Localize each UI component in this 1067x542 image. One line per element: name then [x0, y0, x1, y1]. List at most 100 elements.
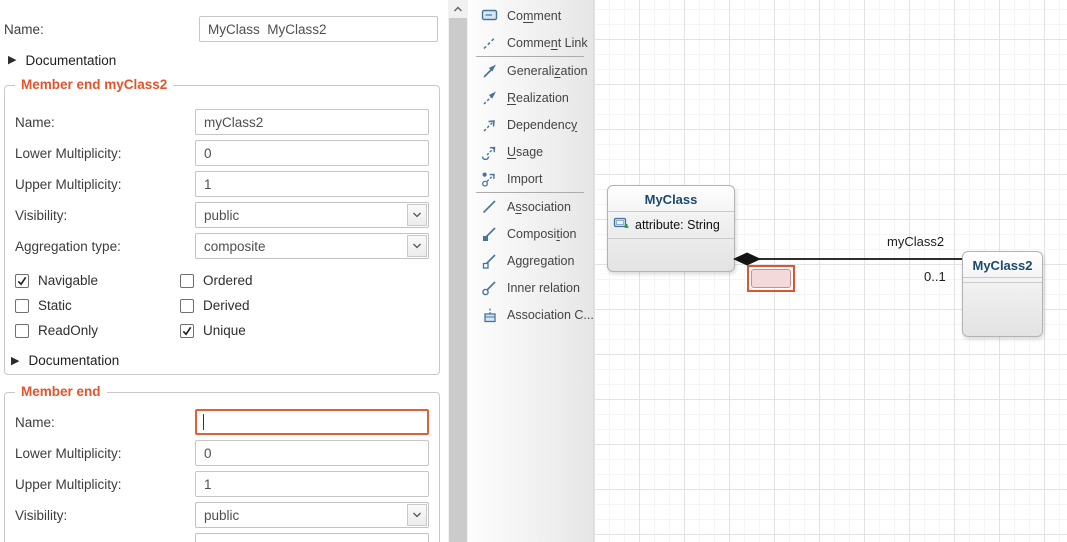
palette-item-composition[interactable]: Composition: [469, 220, 593, 247]
unique-checkbox[interactable]: [180, 324, 194, 338]
selected-association-label[interactable]: [747, 265, 795, 292]
form-row: Lower Multiplicity:: [5, 140, 439, 166]
palette-item-aggregation[interactable]: Aggregation: [469, 247, 593, 274]
class-title: MyClass: [608, 186, 734, 212]
scroll-up-button[interactable]: [448, 0, 468, 18]
association-class-icon: [481, 307, 499, 323]
palette-item-association-class[interactable]: Association C...: [469, 301, 593, 328]
checkbox-label: ReadOnly: [38, 323, 98, 338]
realization-icon: [481, 90, 499, 106]
expander-arrow-icon: ▶: [8, 55, 16, 66]
checkbox-label: Unique: [203, 323, 246, 338]
text-caret: [203, 414, 204, 430]
static-checkbox[interactable]: [15, 299, 29, 313]
form-row: Upper Multiplicity:: [5, 471, 439, 497]
diagram-canvas[interactable]: MyClass attribute: String myClass2 0..1 …: [594, 0, 1067, 542]
association-icon: [481, 199, 499, 215]
class-title: MyClass2: [963, 252, 1042, 278]
member2-lower-multiplicity-input[interactable]: [195, 440, 429, 466]
select-value: composite: [196, 239, 407, 254]
comment-icon: [481, 8, 499, 24]
section-legend: Member end myClass2: [15, 77, 173, 92]
form-row: Visibility: public: [5, 202, 439, 228]
field-label: Visibility:: [5, 208, 195, 223]
generalization-icon: [481, 63, 499, 79]
field-label: Upper Multiplicity:: [5, 477, 195, 492]
flags-checkbox-grid: Navigable Ordered Static: [5, 269, 439, 342]
ordered-checkbox[interactable]: [180, 274, 194, 288]
attribute-icon: [613, 216, 630, 234]
class-node-myclass[interactable]: MyClass attribute: String: [607, 185, 735, 272]
class-attribute-row[interactable]: attribute: String: [608, 212, 734, 239]
association-name-label[interactable]: myClass2: [887, 234, 944, 249]
composition-icon: [481, 226, 499, 242]
member1-visibility-select[interactable]: public: [195, 202, 429, 228]
properties-scrollbar[interactable]: [448, 0, 468, 542]
palette-item-comment-link[interactable]: Comment Link: [469, 29, 593, 56]
checkbox-label: Derived: [203, 298, 250, 313]
documentation-label: Documentation: [25, 53, 116, 68]
member1-name-input[interactable]: [195, 109, 429, 135]
association-name-row: Name:: [0, 16, 446, 42]
form-row: Aggregation type: composite: [5, 233, 439, 259]
dependency-icon: [481, 117, 499, 133]
select-value: public: [196, 508, 407, 523]
documentation-toggle[interactable]: ▶ Documentation: [11, 353, 439, 368]
association-multiplicity-label[interactable]: 0..1: [924, 269, 946, 284]
cutoff-field[interactable]: [195, 533, 429, 542]
import-icon: [481, 171, 499, 187]
form-row: Visibility: public: [5, 502, 439, 528]
field-label: Upper Multiplicity:: [5, 177, 195, 192]
palette-item-association[interactable]: Association: [469, 193, 593, 220]
member1-upper-multiplicity-input[interactable]: [195, 171, 429, 197]
palette-item-comment[interactable]: Comment: [469, 2, 593, 29]
member2-name-input[interactable]: [195, 409, 429, 435]
scrollbar-thumb[interactable]: [449, 18, 467, 542]
association-line[interactable]: [737, 258, 962, 260]
palette-item-dependency[interactable]: Dependency: [469, 111, 593, 138]
properties-panel: Name: ▶ Documentation Member end myClass…: [0, 0, 446, 542]
member-end-secondary-section: Member end Name: Lower Multiplicity: Upp…: [4, 392, 440, 542]
aggregation-icon: [481, 253, 499, 269]
palette-item-import[interactable]: Import: [469, 165, 593, 192]
label-edit-box[interactable]: [751, 269, 791, 288]
uml-editor-app: Name: ▶ Documentation Member end myClass…: [0, 0, 1067, 542]
member2-visibility-select[interactable]: public: [195, 502, 429, 528]
member1-lower-multiplicity-input[interactable]: [195, 140, 429, 166]
checkbox-row: ReadOnly: [5, 319, 170, 342]
checkbox-label: Navigable: [38, 273, 98, 288]
chevron-down-icon[interactable]: [407, 235, 427, 257]
derived-checkbox[interactable]: [180, 299, 194, 313]
field-label: Aggregation type:: [5, 239, 195, 254]
class-node-myclass2[interactable]: MyClass2: [962, 251, 1043, 337]
field-label: Name:: [5, 115, 195, 130]
section-legend: Member end: [15, 384, 107, 399]
expander-arrow-icon: ▶: [11, 354, 19, 367]
tool-palette: Comment Comment Link Generalization Real…: [469, 0, 594, 542]
inner-relation-icon: [481, 280, 499, 296]
chevron-down-icon[interactable]: [407, 204, 427, 226]
checkbox-row: Unique: [170, 319, 439, 342]
attribute-text: attribute: String: [635, 218, 720, 232]
form-row: Name:: [5, 409, 439, 435]
palette-item-usage[interactable]: Usage: [469, 138, 593, 165]
chevron-down-icon[interactable]: [407, 504, 427, 526]
documentation-toggle[interactable]: ▶ Documentation: [8, 53, 116, 68]
readonly-checkbox[interactable]: [15, 324, 29, 338]
palette-item-realization[interactable]: Realization: [469, 84, 593, 111]
class-attributes-compartment: [963, 278, 1042, 283]
documentation-label: Documentation: [28, 353, 119, 368]
checkbox-label: Static: [38, 298, 72, 313]
usage-icon: [481, 144, 499, 160]
member2-upper-multiplicity-input[interactable]: [195, 471, 429, 497]
form-row: Upper Multiplicity:: [5, 171, 439, 197]
select-value: public: [196, 208, 407, 223]
checkbox-row: Navigable: [5, 269, 170, 292]
association-name-input[interactable]: [199, 16, 438, 42]
palette-item-generalization[interactable]: Generalization: [469, 57, 593, 84]
palette-item-inner-relation[interactable]: Inner relation: [469, 274, 593, 301]
field-label: Lower Multiplicity:: [5, 446, 195, 461]
member1-aggregation-type-select[interactable]: composite: [195, 233, 429, 259]
form-row: [5, 533, 439, 542]
navigable-checkbox[interactable]: [15, 274, 29, 288]
